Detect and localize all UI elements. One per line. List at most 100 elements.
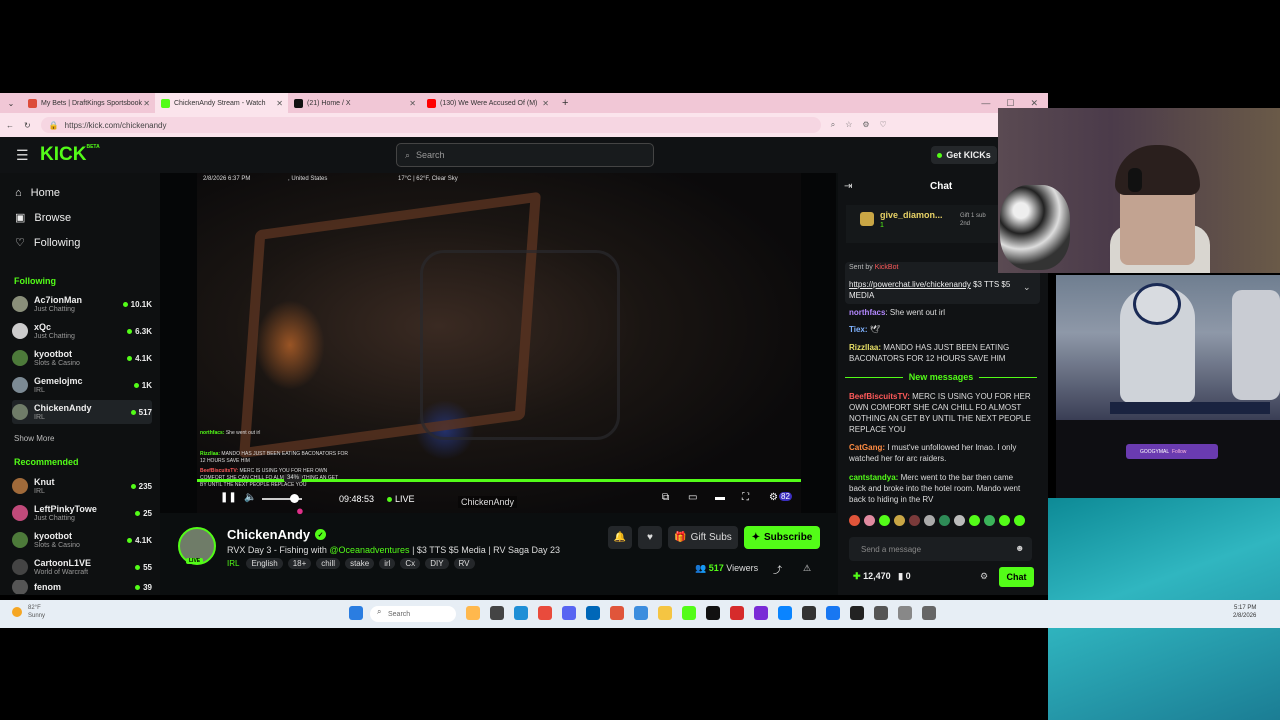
zoom-icon[interactable]: ⌕ xyxy=(831,120,835,130)
app-icon[interactable] xyxy=(754,606,768,620)
tag[interactable]: DIY xyxy=(425,558,449,569)
task-view-icon[interactable] xyxy=(490,606,504,620)
extensions-icon[interactable]: ⚙ xyxy=(862,120,869,130)
url-field[interactable]: 🔒 https://kick.com/chickenandy xyxy=(40,117,821,133)
subscribe-button[interactable]: ✦ Subscribe xyxy=(744,526,820,549)
app-icon[interactable] xyxy=(850,606,864,620)
send-chat-button[interactable]: Chat xyxy=(999,567,1034,587)
reload-icon[interactable]: ↻ xyxy=(24,121,31,130)
close-window-icon[interactable]: ✕ xyxy=(1030,98,1038,109)
tag[interactable]: chill xyxy=(316,558,341,569)
show-more-link[interactable]: Show More xyxy=(14,434,54,443)
settings-gear-icon[interactable]: ⚙ xyxy=(769,492,778,503)
category-link[interactable]: IRL xyxy=(227,559,239,568)
get-kicks-button[interactable]: Get KICKs xyxy=(931,146,997,164)
chevron-down-icon[interactable]: ⌄ xyxy=(1023,282,1031,293)
emoji-icon[interactable]: ☻ xyxy=(1015,543,1024,553)
app-icon[interactable] xyxy=(802,606,816,620)
emote-icon[interactable] xyxy=(999,515,1010,526)
chat-settings-gear-icon[interactable]: ⚙ xyxy=(980,571,988,582)
close-tab-icon[interactable]: ✕ xyxy=(143,99,150,108)
opera-icon[interactable] xyxy=(730,606,744,620)
gift-subs-button[interactable]: 🎁 Gift Subs xyxy=(668,526,738,549)
emote-icon[interactable] xyxy=(909,515,920,526)
settings-icon[interactable] xyxy=(922,606,936,620)
volume-slider-handle[interactable] xyxy=(290,494,299,503)
clip-icon[interactable]: ▭ xyxy=(688,492,697,503)
sidebar-channel[interactable]: LeftPinkyTowe Just Chatting 25 xyxy=(12,501,152,525)
file-explorer-icon[interactable] xyxy=(658,606,672,620)
search-input[interactable]: ⌕ Search xyxy=(396,143,654,167)
facebook-icon[interactable] xyxy=(826,606,840,620)
emote-icon[interactable] xyxy=(1014,515,1025,526)
app-icon[interactable] xyxy=(610,606,624,620)
new-messages-divider[interactable]: New messages xyxy=(845,372,1037,382)
app-icon[interactable] xyxy=(682,606,696,620)
share-icon[interactable]: ⤴ xyxy=(773,563,782,576)
sidebar-channel[interactable]: Ac7ionMan Just Chatting 10.1K xyxy=(12,292,152,316)
sidebar-channel[interactable]: CartoonL1VE World of Warcraft 55 xyxy=(12,555,152,579)
notification-bell-button[interactable]: 🔔 xyxy=(608,526,632,549)
emote-icon[interactable] xyxy=(894,515,905,526)
follow-heart-button[interactable]: ♥ xyxy=(638,526,662,549)
sidebar-channel[interactable]: kyootbot Slots & Casino 4.1K xyxy=(12,528,152,552)
live-indicator[interactable]: LIVE xyxy=(387,494,415,504)
tts-link[interactable]: https://powerchat.live/chickenandy xyxy=(849,280,971,289)
sidebar-channel[interactable]: xQc Just Chatting 6.3K xyxy=(12,319,152,343)
tab-youtube[interactable]: (130) We Were Accused Of (M) ✕ xyxy=(421,93,554,113)
sidebar-channel[interactable]: Gemelojmc IRL 1K xyxy=(12,373,152,397)
theater-mode-icon[interactable]: ▬ xyxy=(715,492,725,503)
tag[interactable]: 18+ xyxy=(287,558,312,569)
emote-icon[interactable] xyxy=(924,515,935,526)
sidebar-channel[interactable]: Knut IRL 235 xyxy=(12,474,152,498)
messenger-icon[interactable] xyxy=(778,606,792,620)
app-icon[interactable] xyxy=(898,606,912,620)
menu-icon[interactable]: ☰ xyxy=(16,147,29,164)
tab-list-chevron-icon[interactable]: ⌄ xyxy=(0,99,22,108)
taskbar-search[interactable]: Search xyxy=(370,606,456,622)
taskbar-weather[interactable]: 82°F Sunny xyxy=(28,604,45,620)
tag[interactable]: stake xyxy=(345,558,375,569)
taskbar-clock[interactable]: 5:17 PM 2/8/2026 xyxy=(1233,604,1256,620)
sidebar-channel[interactable]: fenom 39 xyxy=(12,580,152,594)
miniplayer-icon[interactable]: ⧉ xyxy=(662,492,669,503)
tab-x[interactable]: (21) Home / X ✕ xyxy=(288,93,421,113)
volume-icon[interactable]: 🔈 xyxy=(244,492,256,503)
close-tab-icon[interactable]: ✕ xyxy=(542,99,549,108)
report-icon[interactable]: ⚠ xyxy=(803,563,811,574)
sidebar-item-home[interactable]: ⌂ Home xyxy=(15,187,60,199)
back-icon[interactable]: ← xyxy=(6,121,14,130)
widgets-icon[interactable] xyxy=(466,606,480,620)
new-tab-button[interactable]: + xyxy=(554,97,568,109)
edge-icon[interactable] xyxy=(514,606,528,620)
maximize-icon[interactable]: ☐ xyxy=(1006,98,1014,109)
favorites-icon[interactable]: ♡ xyxy=(880,120,887,130)
chrome-icon[interactable] xyxy=(538,606,552,620)
tab-kick[interactable]: ChickenAndy Stream - Watch ✕ xyxy=(155,93,288,113)
sidebar-channel[interactable]: kyootbot Slots & Casino 4.1K xyxy=(12,346,152,370)
tag[interactable]: RV xyxy=(453,558,475,569)
tag[interactable]: Cx xyxy=(400,558,421,569)
discord-icon[interactable] xyxy=(562,606,576,620)
tag[interactable]: English xyxy=(246,558,283,569)
collapse-chat-icon[interactable]: ⇥ xyxy=(844,181,852,192)
emote-icon[interactable] xyxy=(849,515,860,526)
emote-icon[interactable] xyxy=(984,515,995,526)
pause-icon[interactable]: ❚❚ xyxy=(220,492,237,503)
sidebar-item-browse[interactable]: ▣ Browse xyxy=(15,211,71,225)
channel-points[interactable]: ✚ 12,470 ▮ 0 xyxy=(853,571,911,582)
mention-link[interactable]: @Oceanadventures xyxy=(329,545,409,555)
emote-icon[interactable] xyxy=(954,515,965,526)
obs-icon[interactable] xyxy=(874,606,888,620)
emote-icon[interactable] xyxy=(879,515,890,526)
sidebar-channel-selected[interactable]: ChickenAndy IRL 517 xyxy=(12,400,152,424)
windows-start-icon[interactable] xyxy=(349,606,363,620)
emote-icon[interactable] xyxy=(939,515,950,526)
emote-icon[interactable] xyxy=(969,515,980,526)
close-tab-icon[interactable]: ✕ xyxy=(276,99,283,108)
tab-draftkings[interactable]: My Bets | DraftKings Sportsbook ✕ xyxy=(22,93,155,113)
tag[interactable]: irl xyxy=(379,558,396,569)
close-tab-icon[interactable]: ✕ xyxy=(409,99,416,108)
tiktok-icon[interactable] xyxy=(706,606,720,620)
kick-logo[interactable]: KICKBETA xyxy=(40,144,100,166)
